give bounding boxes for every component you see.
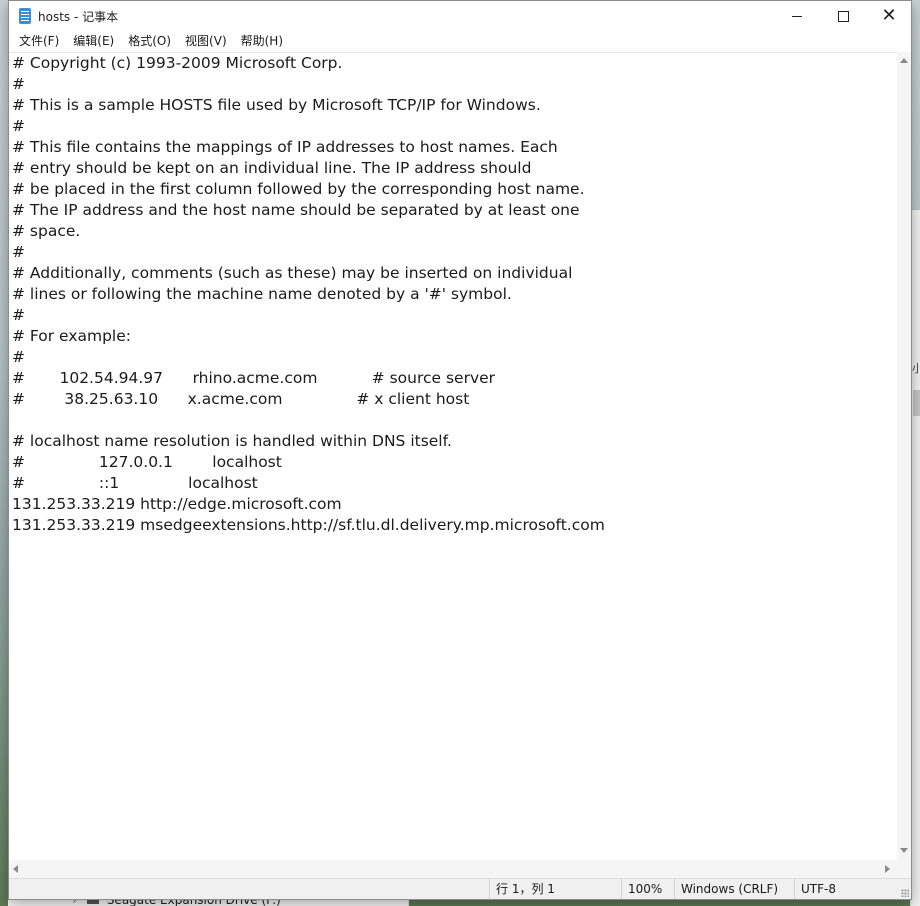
editor-line[interactable]: 131.253.33.219 msedgeextensions.http://s… (12, 516, 605, 534)
editor-line[interactable]: # entry should be kept on an individual … (12, 159, 531, 177)
editor-line[interactable]: # (12, 306, 25, 324)
editor-line[interactable]: # (12, 75, 25, 93)
menu-view[interactable]: 视图(V) (178, 31, 234, 52)
editor-line[interactable]: # Additionally, comments (such as these)… (12, 264, 572, 282)
menu-format[interactable]: 格式(O) (121, 31, 178, 52)
editor-line[interactable]: # (12, 348, 25, 366)
editor-line[interactable]: # ::1 localhost (12, 474, 258, 492)
editor-line[interactable]: # The IP address and the host name shoul… (12, 201, 580, 219)
editor-line[interactable]: # space. (12, 222, 80, 240)
background-window-text: 小 (912, 362, 920, 375)
minimize-icon (792, 15, 802, 17)
menu-edit[interactable]: 编辑(E) (66, 31, 121, 52)
close-button[interactable]: ✕ (866, 1, 911, 31)
editor-line[interactable]: # localhost name resolution is handled w… (12, 432, 452, 450)
scroll-down-icon[interactable] (900, 848, 908, 853)
editor-line[interactable]: # This file contains the mappings of IP … (12, 138, 558, 156)
status-line-ending: Windows (CRLF) (674, 879, 794, 899)
menu-bar: 文件(F) 编辑(E) 格式(O) 视图(V) 帮助(H) (9, 31, 911, 52)
notepad-window: hosts - 记事本 ✕ 文件(F) 编辑(E) 格式(O) 视图(V) 帮助… (8, 0, 912, 900)
status-encoding: UTF-8 (794, 879, 911, 899)
editor-line[interactable]: # (12, 117, 25, 135)
horizontal-scrollbar[interactable] (9, 860, 897, 878)
scrollbar-corner (897, 860, 911, 878)
editor-line[interactable]: # 38.25.63.10 x.acme.com # x client host (12, 390, 469, 408)
scroll-right-icon[interactable] (885, 865, 890, 873)
editor-line[interactable]: # For example: (12, 327, 131, 345)
editor-line[interactable]: # 127.0.0.1 localhost (12, 453, 282, 471)
editor-line[interactable]: # 102.54.94.97 rhino.acme.com # source s… (12, 369, 495, 387)
status-bar: 行 1，列 1 100% Windows (CRLF) UTF-8 (9, 878, 911, 899)
background-scroll-thumb (913, 390, 920, 416)
resize-grip-icon[interactable] (901, 889, 909, 897)
editor-content[interactable]: # Copyright (c) 1993-2009 Microsoft Corp… (9, 53, 897, 536)
scroll-up-icon[interactable] (900, 58, 908, 63)
scroll-left-icon[interactable] (13, 865, 18, 873)
menu-help[interactable]: 帮助(H) (234, 31, 290, 52)
notepad-icon (19, 8, 31, 24)
maximize-button[interactable] (820, 1, 866, 31)
editor-line[interactable]: 131.253.33.219 http://edge.microsoft.com (12, 495, 342, 513)
close-icon: ✕ (881, 5, 897, 26)
vertical-scrollbar[interactable] (897, 52, 911, 860)
editor-line[interactable]: # be placed in the first column followed… (12, 180, 585, 198)
status-zoom: 100% (621, 879, 674, 899)
editor-line[interactable]: # This is a sample HOSTS file used by Mi… (12, 96, 541, 114)
editor-line[interactable]: # (12, 243, 25, 261)
editor-line[interactable]: # Copyright (c) 1993-2009 Microsoft Corp… (12, 54, 342, 72)
status-cursor-position: 行 1，列 1 (489, 879, 621, 899)
window-title: hosts - 记事本 (38, 10, 119, 24)
maximize-icon (837, 10, 849, 22)
minimize-button[interactable] (774, 1, 820, 31)
title-bar[interactable]: hosts - 记事本 ✕ (9, 1, 911, 31)
menu-file[interactable]: 文件(F) (12, 31, 66, 52)
editor-line[interactable]: # lines or following the machine name de… (12, 285, 512, 303)
text-editor-area[interactable]: # Copyright (c) 1993-2009 Microsoft Corp… (9, 52, 897, 861)
